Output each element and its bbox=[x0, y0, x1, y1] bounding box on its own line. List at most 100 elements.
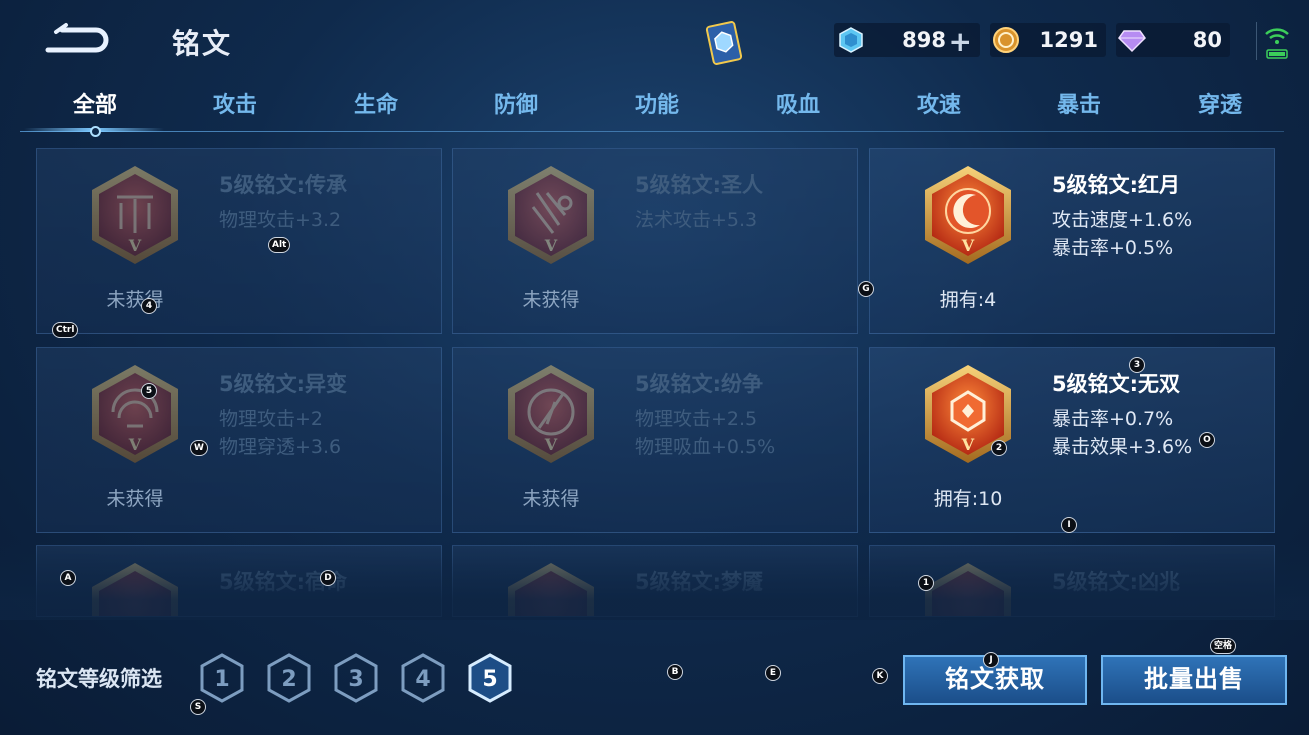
inscription-emblem-icon: V bbox=[92, 166, 178, 264]
key-hint: K bbox=[872, 668, 888, 684]
coin-count: 1291 bbox=[1039, 28, 1098, 52]
tab-lifesteal[interactable]: 吸血 bbox=[738, 88, 858, 124]
inscription-name: 5级铭文:红月 bbox=[1052, 173, 1181, 197]
tab-attack-speed[interactable]: 攻速 bbox=[879, 88, 999, 124]
inscription-emblem-icon bbox=[925, 563, 1011, 616]
inscription-status: 未获得 bbox=[106, 488, 164, 510]
inscription-name: 5级铭文:凶兆 bbox=[1052, 570, 1181, 594]
svg-text:V: V bbox=[544, 236, 558, 255]
svg-text:5: 5 bbox=[482, 667, 497, 692]
key-hint: D bbox=[320, 570, 336, 586]
inscription-emblem-icon bbox=[508, 563, 594, 616]
gem-count: 80 bbox=[1192, 28, 1222, 52]
inscription-emblem-icon: V bbox=[92, 365, 178, 463]
key-hint: O bbox=[1199, 432, 1215, 448]
key-hint: I bbox=[1061, 517, 1077, 533]
key-hint: W bbox=[190, 440, 208, 456]
inscription-owned-count: 拥有:4 bbox=[939, 289, 997, 311]
level-filter-4[interactable]: 4 bbox=[399, 652, 447, 704]
add-crystal-button[interactable]: + bbox=[949, 25, 972, 58]
back-arrow-icon bbox=[45, 23, 109, 53]
inscription-card[interactable]: 5级铭文:梦魇 bbox=[452, 545, 858, 617]
key-hint: Ctrl bbox=[52, 322, 79, 338]
inscription-name: 5级铭文:传承 bbox=[219, 173, 348, 197]
inscription-stat: 物理攻击+3.2 bbox=[219, 209, 342, 231]
inscription-stat: 暴击率+0.7% bbox=[1052, 408, 1174, 430]
crystal-count: 898 bbox=[902, 28, 946, 52]
tab-critical[interactable]: 暴击 bbox=[1019, 88, 1139, 124]
batch-sell-button[interactable]: 批量出售 bbox=[1101, 655, 1287, 705]
level-filter-label: 铭文等级筛选 bbox=[36, 667, 162, 691]
page-title: 铭文 bbox=[172, 27, 233, 60]
key-hint: Alt bbox=[268, 237, 291, 253]
network-status-icon bbox=[1262, 24, 1292, 60]
divider bbox=[1256, 22, 1257, 60]
key-hint: A bbox=[60, 570, 76, 586]
inscription-stat: 物理吸血+0.5% bbox=[635, 436, 776, 458]
inscription-stat: 暴击率+0.5% bbox=[1052, 237, 1174, 259]
inscription-card[interactable]: V 5级铭文:圣人 法术攻击+5.3 未获得 bbox=[452, 148, 858, 334]
svg-text:3: 3 bbox=[348, 667, 363, 692]
purple-gem-icon bbox=[1118, 30, 1146, 53]
inscription-status: 未获得 bbox=[522, 289, 580, 311]
inscription-status: 未获得 bbox=[106, 289, 164, 311]
crystal-currency: 898 + bbox=[834, 23, 980, 58]
tab-health[interactable]: 生命 bbox=[316, 88, 436, 124]
inscription-stat: 法术攻击+5.3 bbox=[635, 209, 758, 231]
card-book-icon[interactable] bbox=[698, 18, 750, 68]
inscription-stat: 攻击速度+1.6% bbox=[1052, 209, 1193, 231]
svg-text:V: V bbox=[961, 435, 975, 454]
inscription-stat: 物理攻击+2 bbox=[219, 408, 324, 430]
inscription-name: 5级铭文:纷争 bbox=[635, 372, 764, 396]
tab-attack[interactable]: 攻击 bbox=[175, 88, 295, 124]
svg-text:V: V bbox=[128, 435, 142, 454]
level-filter-1[interactable]: 1 bbox=[198, 652, 246, 704]
inscription-emblem-icon: V bbox=[925, 166, 1011, 264]
inscription-stat: 物理穿透+3.6 bbox=[219, 436, 342, 458]
inscription-card[interactable]: 5级铭文:宿命 bbox=[36, 545, 442, 617]
inscription-card[interactable]: V 5级铭文:红月 攻击速度+1.6% 暴击率+0.5% 拥有:4 bbox=[869, 148, 1275, 334]
key-hint: B bbox=[667, 664, 683, 680]
inscription-emblem-icon: V bbox=[508, 166, 594, 264]
coin-currency: 1291 bbox=[990, 23, 1106, 57]
inscription-stat: 暴击效果+3.6% bbox=[1052, 436, 1193, 458]
inscription-emblem-icon bbox=[92, 563, 178, 616]
inscription-owned-count: 拥有:10 bbox=[933, 488, 1003, 510]
inscription-name: 5级铭文:无双 bbox=[1052, 372, 1181, 396]
gold-coin-icon bbox=[993, 27, 1019, 53]
tab-all[interactable]: 全部 bbox=[35, 88, 155, 124]
tab-defense[interactable]: 防御 bbox=[456, 88, 576, 124]
inscription-status: 未获得 bbox=[522, 488, 580, 510]
key-hint: 3 bbox=[1129, 357, 1145, 373]
svg-text:1: 1 bbox=[214, 667, 229, 692]
inscription-name: 5级铭文:圣人 bbox=[635, 173, 764, 197]
key-hint: 空格 bbox=[1210, 638, 1237, 654]
inscription-card[interactable]: V 5级铭文:异变 物理攻击+2 物理穿透+3.6 未获得 bbox=[36, 347, 442, 533]
key-hint: E bbox=[765, 665, 781, 681]
back-button[interactable] bbox=[40, 22, 110, 58]
svg-text:2: 2 bbox=[281, 667, 296, 692]
blue-crystal-icon bbox=[839, 27, 863, 53]
tab-underline bbox=[20, 131, 1284, 132]
tab-utility[interactable]: 功能 bbox=[597, 88, 717, 124]
active-tab-dot bbox=[90, 126, 101, 137]
key-hint: S bbox=[190, 699, 206, 715]
svg-text:4: 4 bbox=[415, 667, 430, 692]
inscription-card[interactable]: V 5级铭文:纷争 物理攻击+2.5 物理吸血+0.5% 未获得 bbox=[452, 347, 858, 533]
level-filter-5[interactable]: 5 bbox=[466, 652, 514, 704]
level-filter-2[interactable]: 2 bbox=[265, 652, 313, 704]
inscription-name: 5级铭文:异变 bbox=[219, 372, 348, 396]
tab-penetration[interactable]: 穿透 bbox=[1160, 88, 1280, 124]
inscription-card[interactable]: V 5级铭文:传承 物理攻击+3.2 未获得 bbox=[36, 148, 442, 334]
inscription-stat: 物理攻击+2.5 bbox=[635, 408, 758, 430]
svg-text:V: V bbox=[128, 236, 142, 255]
key-hint: G bbox=[858, 281, 874, 297]
inscription-name: 5级铭文:梦魇 bbox=[635, 570, 764, 594]
svg-text:V: V bbox=[544, 435, 558, 454]
key-hint: J bbox=[983, 652, 999, 668]
key-hint: 4 bbox=[141, 298, 157, 314]
gem-currency: 80 bbox=[1116, 23, 1230, 57]
key-hint: 2 bbox=[991, 440, 1007, 456]
key-hint: 5 bbox=[141, 383, 157, 399]
level-filter-3[interactable]: 3 bbox=[332, 652, 380, 704]
